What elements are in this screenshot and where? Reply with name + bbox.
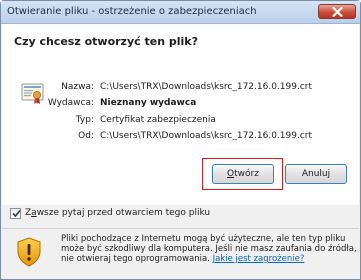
close-icon [332,7,343,17]
detail-label: Od: [78,131,94,141]
always-ask-label: Zawsze pytaj przed otwarciem tego pliku [25,208,211,218]
detail-label: Wydawca: [47,98,94,108]
detail-value: Nieznany wydawca [100,98,197,108]
warning-shield-icon [17,237,41,267]
detail-label: Nazwa: [61,82,94,92]
detail-value: C:\Users\TRX\Downloads\ksrc_172.16.0.199… [100,82,312,92]
risk-info-link[interactable]: Jakie jest zagrożenie? [213,254,305,264]
always-ask-checkbox[interactable] [10,208,21,219]
open-button[interactable]: Otwórz [212,164,274,184]
divider [2,228,359,229]
dialog-body: Czy chcesz otworzyć ten plik? Nazwa: C:\… [2,24,359,205]
cancel-button[interactable]: Anuluj [285,164,347,184]
open-button-label: twórz [234,169,259,179]
detail-value: C:\Users\TRX\Downloads\ksrc_172.16.0.199… [100,131,312,141]
detail-label: Typ: [75,115,94,125]
close-button[interactable] [318,4,356,19]
detail-value: Certyfikat zabezpieczenia [100,115,216,125]
dialog-question: Czy chcesz otworzyć ten plik? [14,35,198,48]
title-bar[interactable]: Otwieranie pliku - ostrzeżenie o zabezpi… [1,1,360,24]
window-title: Otwieranie pliku - ostrzeżenie o zabezpi… [7,6,257,17]
warning-message: Pliki pochodzące z Internetu mogą być uż… [61,234,357,264]
warning-text: Pliki pochodzące z Internetu mogą być uż… [61,234,357,264]
security-warning-dialog: Otwieranie pliku - ostrzeżenie o zabezpi… [0,0,361,280]
checkmark-icon [12,209,21,218]
